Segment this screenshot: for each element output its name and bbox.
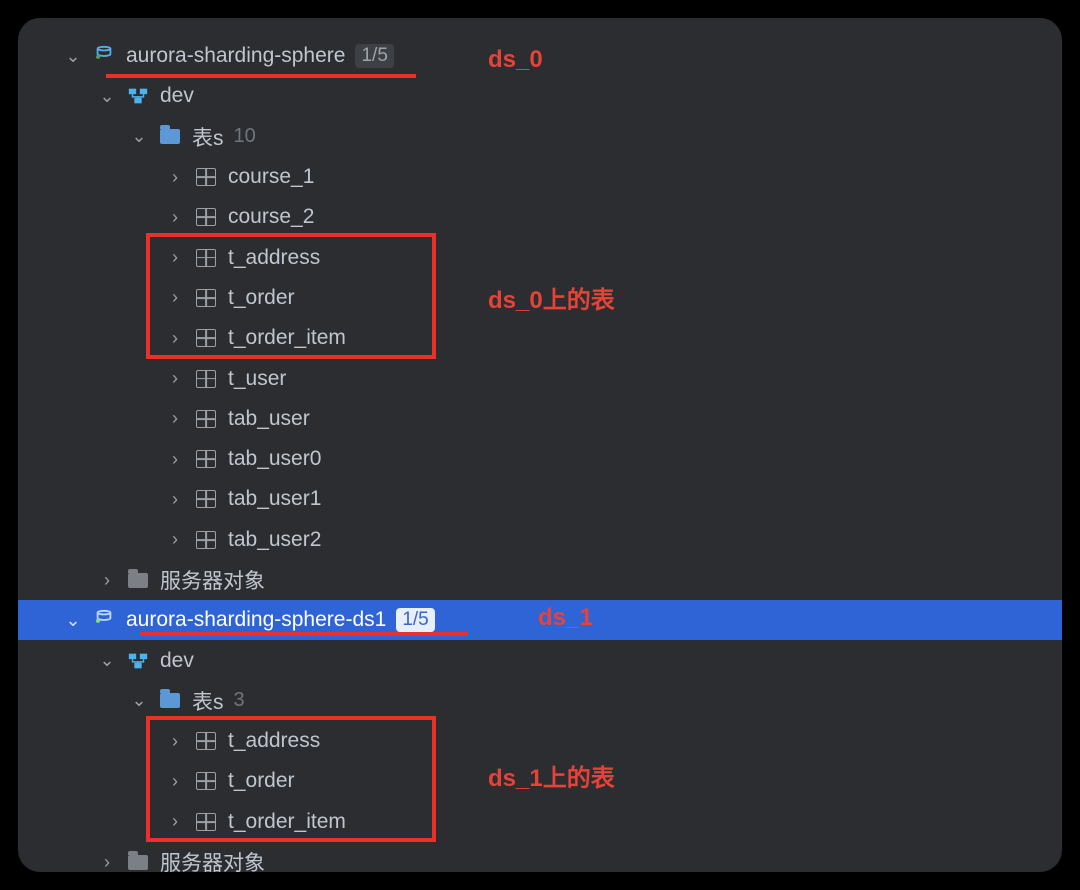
table-icon [194, 166, 218, 188]
chevron-down-icon: ⌄ [62, 610, 84, 631]
tables-count: 10 [234, 125, 256, 148]
table-icon [194, 730, 218, 752]
datasource-row[interactable]: ⌄ aurora-sharding-sphere 1/5 [18, 36, 1062, 76]
table-label: t_order_item [228, 326, 346, 350]
table-icon [194, 247, 218, 269]
folder-icon [158, 690, 182, 712]
table-icon [194, 408, 218, 430]
chevron-down-icon: ⌄ [128, 690, 150, 711]
chevron-right-icon: › [96, 852, 118, 872]
chevron-right-icon: › [164, 247, 186, 268]
tables-count: 3 [234, 689, 245, 712]
datasource-icon [92, 609, 116, 631]
table-row[interactable]: › course_1 [18, 157, 1062, 197]
table-row[interactable]: › t_order [18, 761, 1062, 801]
table-icon [194, 327, 218, 349]
table-label: tab_user0 [228, 447, 321, 471]
table-row[interactable]: › t_address [18, 721, 1062, 761]
table-icon [194, 368, 218, 390]
datasource-badge: 1/5 [355, 44, 393, 68]
table-label: course_2 [228, 205, 314, 229]
chevron-right-icon: › [164, 731, 186, 752]
table-row[interactable]: › tab_user0 [18, 439, 1062, 479]
table-icon [194, 287, 218, 309]
chevron-right-icon: › [164, 167, 186, 188]
chevron-right-icon: › [164, 489, 186, 510]
chevron-right-icon: › [164, 408, 186, 429]
table-row[interactable]: › t_order_item [18, 318, 1062, 358]
chevron-right-icon: › [164, 368, 186, 389]
table-label: t_order [228, 286, 295, 310]
folder-icon [126, 569, 150, 591]
table-row[interactable]: › tab_user1 [18, 479, 1062, 519]
chevron-right-icon: › [164, 771, 186, 792]
table-icon [194, 448, 218, 470]
datasource-badge: 1/5 [396, 608, 434, 632]
tables-folder-label: 表s [192, 686, 224, 716]
chevron-down-icon: ⌄ [128, 126, 150, 147]
server-objects-label: 服务器对象 [160, 565, 265, 595]
chevron-right-icon: › [164, 328, 186, 349]
datasource-label: aurora-sharding-sphere-ds1 [126, 608, 386, 632]
server-objects-label: 服务器对象 [160, 847, 265, 872]
server-objects-row[interactable]: › 服务器对象 [18, 560, 1062, 600]
table-row[interactable]: › tab_user2 [18, 520, 1062, 560]
table-row[interactable]: › tab_user [18, 399, 1062, 439]
table-icon [194, 488, 218, 510]
table-icon [194, 770, 218, 792]
chevron-down-icon: ⌄ [62, 46, 84, 67]
folder-icon [126, 851, 150, 872]
table-label: t_address [228, 246, 320, 270]
schema-row[interactable]: ⌄ dev [18, 640, 1062, 680]
tables-folder-row[interactable]: ⌄ 表s 10 [18, 117, 1062, 157]
table-label: tab_user2 [228, 528, 321, 552]
tables-folder-label: 表s [192, 122, 224, 152]
chevron-right-icon: › [164, 207, 186, 228]
chevron-down-icon: ⌄ [96, 86, 118, 107]
table-label: tab_user [228, 407, 310, 431]
chevron-right-icon: › [164, 529, 186, 550]
table-row[interactable]: › course_2 [18, 197, 1062, 237]
datasource-icon [92, 45, 116, 67]
table-label: t_order_item [228, 810, 346, 834]
table-label: course_1 [228, 165, 314, 189]
table-row[interactable]: › t_user [18, 358, 1062, 398]
schema-icon [126, 650, 150, 672]
datasource-row[interactable]: ⌄ aurora-sharding-sphere-ds1 1/5 [18, 600, 1062, 640]
chevron-right-icon: › [164, 811, 186, 832]
schema-row[interactable]: ⌄ dev [18, 76, 1062, 116]
table-label: tab_user1 [228, 487, 321, 511]
tables-folder-row[interactable]: ⌄ 表s 3 [18, 681, 1062, 721]
chevron-right-icon: › [96, 570, 118, 591]
chevron-right-icon: › [164, 449, 186, 470]
chevron-down-icon: ⌄ [96, 650, 118, 671]
table-row[interactable]: › t_order [18, 278, 1062, 318]
table-icon [194, 811, 218, 833]
table-label: t_user [228, 367, 286, 391]
datasource-label: aurora-sharding-sphere [126, 44, 345, 68]
table-row[interactable]: › t_address [18, 237, 1062, 277]
chevron-right-icon: › [164, 287, 186, 308]
table-icon [194, 206, 218, 228]
table-row[interactable]: › t_order_item [18, 802, 1062, 842]
schema-label: dev [160, 84, 194, 108]
schema-label: dev [160, 649, 194, 673]
table-label: t_address [228, 729, 320, 753]
folder-icon [158, 126, 182, 148]
table-icon [194, 529, 218, 551]
schema-icon [126, 85, 150, 107]
table-label: t_order [228, 769, 295, 793]
database-tree-panel: ⌄ aurora-sharding-sphere 1/5 ⌄ dev ⌄ 表s … [18, 18, 1062, 872]
server-objects-row[interactable]: › 服务器对象 [18, 842, 1062, 872]
